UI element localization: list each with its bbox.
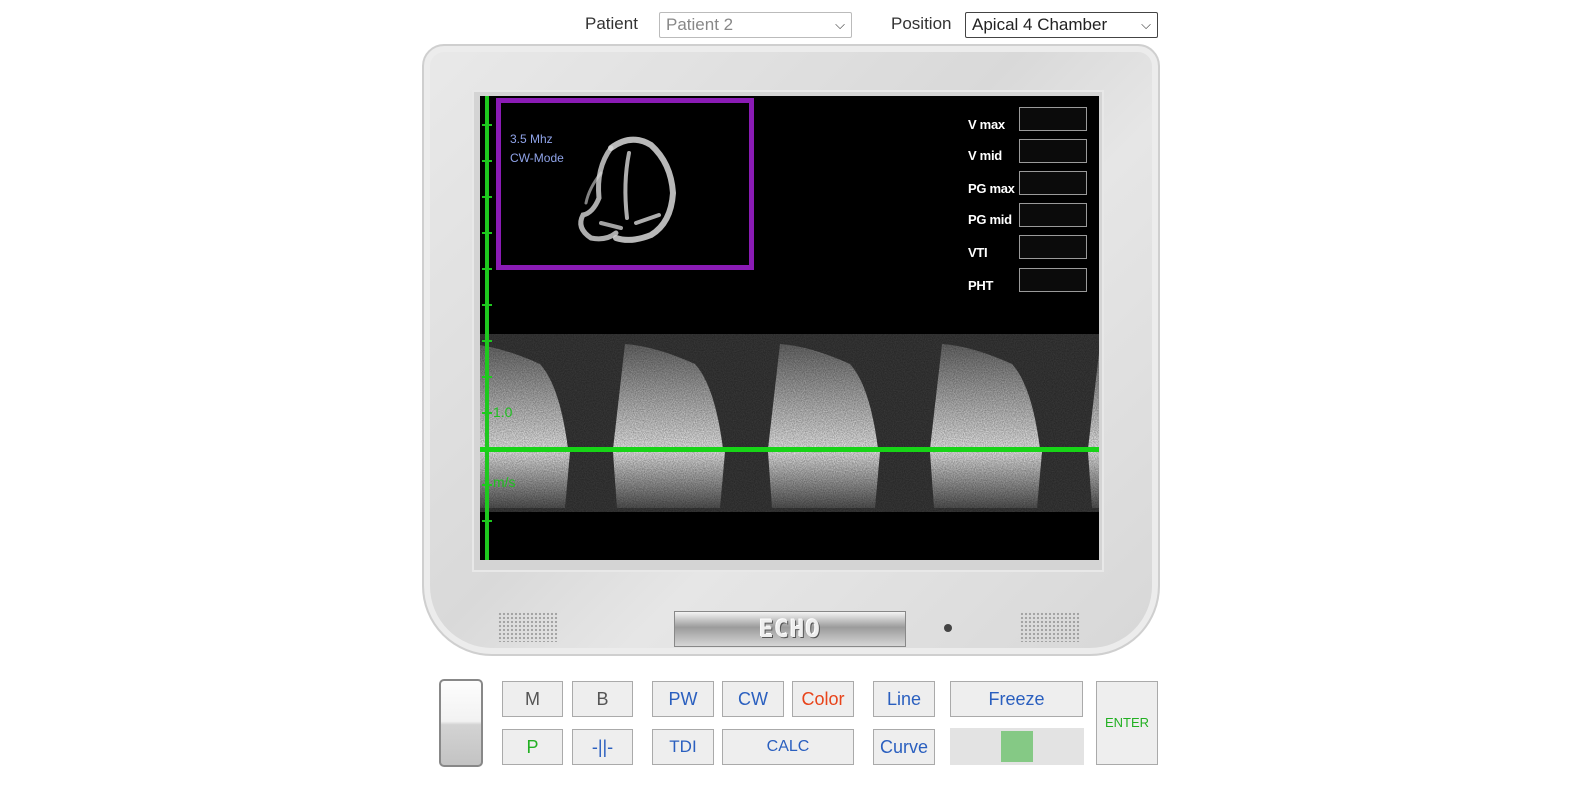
patient-select-value: Patient 2	[666, 15, 734, 34]
caliper-button[interactable]: -||-	[572, 729, 633, 765]
position-select-value: Apical 4 Chamber	[972, 15, 1108, 34]
patient-select[interactable]: Patient 2 ⌵	[659, 12, 852, 38]
axis-tick	[482, 196, 492, 198]
axis-value-label: 1.0	[493, 404, 513, 420]
tdi-button[interactable]: TDI	[652, 729, 714, 765]
speaker-grille-right	[1020, 612, 1080, 642]
chevron-down-icon: ⌵	[835, 17, 845, 32]
patient-label: Patient	[585, 14, 638, 33]
axis-tick	[482, 304, 492, 306]
position-label: Position	[891, 14, 952, 33]
pw-mode-button[interactable]: PW	[652, 681, 714, 717]
axis-tick	[482, 232, 492, 234]
position-select[interactable]: Apical 4 Chamber ⌵	[965, 12, 1158, 38]
power-led	[944, 624, 952, 632]
curve-button[interactable]: Curve	[873, 729, 935, 765]
color-mode-button[interactable]: Color	[792, 681, 854, 717]
speaker-grille-left	[498, 612, 558, 642]
echo-logo: ECHO	[674, 611, 906, 647]
vmid-field[interactable]	[1019, 139, 1087, 163]
vti-field[interactable]	[1019, 235, 1087, 259]
chevron-down-icon: ⌵	[1141, 17, 1151, 32]
enter-button[interactable]: ENTER	[1096, 681, 1158, 765]
pgmax-field[interactable]	[1019, 171, 1087, 195]
pgmid-label: PG mid	[968, 212, 1012, 227]
b-mode-button[interactable]: B	[572, 681, 633, 717]
vti-label: VTI	[968, 245, 988, 260]
axis-tick	[482, 160, 492, 162]
ultrasound-screen[interactable]: 3.5 Mhz CW-Mode V max V mid PG max PG mi…	[480, 96, 1099, 560]
gain-slider-thumb[interactable]	[1001, 731, 1033, 762]
heart-image	[578, 136, 677, 243]
calc-button[interactable]: CALC	[722, 729, 854, 765]
axis-unit-label: m/s	[493, 474, 516, 490]
axis-tick	[482, 412, 492, 414]
axis-tick	[482, 268, 492, 270]
axis-tick	[482, 340, 492, 342]
vmax-label: V max	[968, 117, 1005, 132]
pgmax-label: PG max	[968, 181, 1015, 196]
axis-tick	[482, 484, 492, 486]
vmid-label: V mid	[968, 148, 1002, 163]
doppler-baseline[interactable]	[480, 447, 1099, 452]
axis-tick	[482, 124, 492, 126]
p-button[interactable]: P	[502, 729, 563, 765]
cw-mode-button[interactable]: CW	[722, 681, 784, 717]
vmax-field[interactable]	[1019, 107, 1087, 131]
axis-tick	[482, 520, 492, 522]
pgmid-field[interactable]	[1019, 203, 1087, 227]
line-button[interactable]: Line	[873, 681, 935, 717]
m-mode-button[interactable]: M	[502, 681, 563, 717]
pht-field[interactable]	[1019, 268, 1087, 292]
freeze-button[interactable]: Freeze	[950, 681, 1083, 717]
pht-label: PHT	[968, 278, 994, 293]
axis-tick	[482, 376, 492, 378]
velocity-axis	[485, 96, 489, 560]
b-mode-inset: 3.5 Mhz CW-Mode	[496, 98, 754, 270]
probe-toggle-switch[interactable]	[439, 679, 483, 767]
